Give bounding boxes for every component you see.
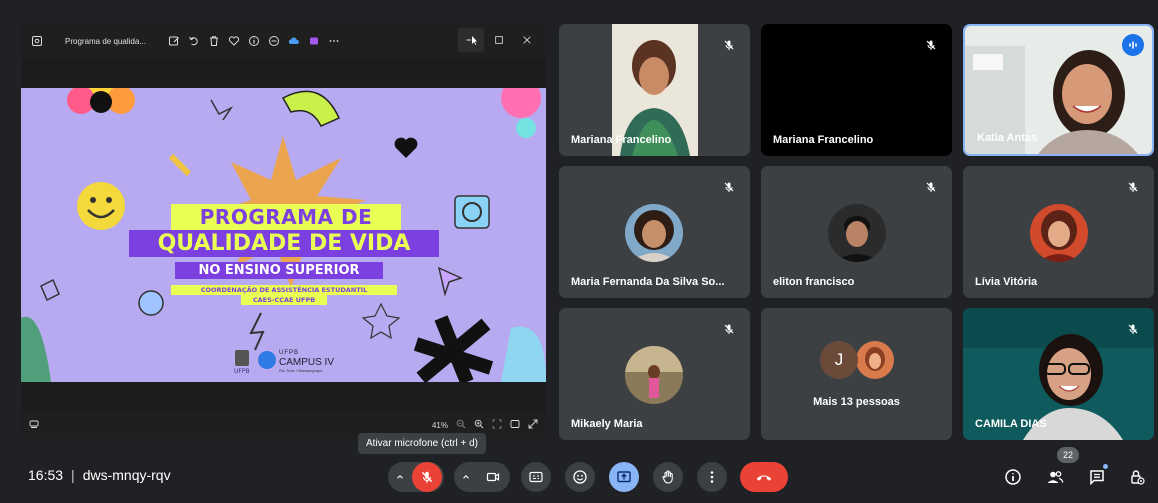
zoom-level: 41% — [431, 420, 448, 430]
zoom-out-icon[interactable] — [456, 419, 466, 431]
mic-off-icon — [718, 318, 740, 340]
actual-size-icon[interactable] — [510, 419, 520, 431]
slide-title-line3: NO ENSINO SUPERIOR — [175, 262, 383, 279]
participant-tile-speaking[interactable]: Katia Antas — [963, 24, 1154, 156]
reactions-button[interactable] — [565, 462, 595, 492]
mic-off-icon — [718, 176, 740, 198]
slide-subtitle-line1: COORDENAÇÃO DE ASSISTÊNCIA ESTUDANTIL — [171, 285, 397, 295]
slide-subtitle-line2: CAES-CCAE UFPB — [241, 295, 327, 305]
avatar — [1030, 204, 1088, 262]
rotate-icon[interactable] — [186, 33, 202, 49]
fullscreen-icon[interactable] — [528, 419, 538, 431]
avatar-letter: J — [820, 341, 858, 379]
more-icon[interactable] — [326, 33, 342, 49]
clipchamp-icon[interactable] — [306, 33, 322, 49]
participant-tile[interactable]: Mikaely Maria — [559, 308, 750, 440]
participant-name: CAMILA DIAS — [975, 418, 1047, 430]
meeting-code: dws-mnqy-rqv — [82, 467, 171, 483]
present-screen-button[interactable] — [609, 462, 639, 492]
delete-icon[interactable] — [206, 33, 222, 49]
more-participants-label: Mais 13 pessoas — [813, 396, 900, 408]
people-button[interactable] — [1040, 462, 1070, 492]
mic-off-icon — [1122, 176, 1144, 198]
slide-title-line2: QUALIDADE DE VIDA — [129, 230, 439, 257]
participant-tile[interactable]: eliton francisco — [761, 166, 952, 298]
mic-off-icon — [1122, 318, 1144, 340]
camera-toggle-button[interactable] — [478, 462, 508, 492]
participant-tile[interactable]: Mariana Francelino — [559, 24, 750, 156]
captions-button[interactable] — [521, 462, 551, 492]
participant-tile[interactable]: Mariana Francelino — [761, 24, 952, 156]
campus-logo-top: UFPB — [279, 350, 300, 356]
crop-icon[interactable] — [266, 33, 282, 49]
zoom-in-icon[interactable] — [474, 419, 484, 431]
viewer-toolbar: Programa de qualida... — [21, 24, 546, 58]
mic-options-chevron-icon[interactable] — [388, 462, 412, 492]
viewer-title: Programa de qualida... — [65, 36, 146, 46]
meeting-details-button[interactable] — [998, 462, 1028, 492]
camera-control — [454, 462, 510, 492]
participant-name: Mariana Francelino — [773, 134, 874, 146]
heart-icon[interactable] — [226, 33, 242, 49]
fit-window-icon[interactable] — [492, 419, 502, 431]
participant-name: Lívia Vitória — [975, 276, 1038, 288]
chat-button[interactable] — [1082, 462, 1112, 492]
filmstrip-icon[interactable] — [29, 419, 39, 431]
info-icon[interactable] — [246, 33, 262, 49]
presentation-slide: PROGRAMA DE QUALIDADE DE VIDA NO ENSINO … — [21, 88, 546, 382]
cloud-icon[interactable] — [286, 33, 302, 49]
campus-logo-sub: Rio Tinto / Mamanguape — [279, 368, 323, 373]
maximize-icon[interactable] — [486, 28, 512, 52]
participant-name: eliton francisco — [773, 276, 855, 288]
mic-off-icon — [920, 34, 942, 56]
slide-title-line1: PROGRAMA DE — [171, 204, 401, 230]
campus-logo-name: CAMPUS IV — [279, 357, 335, 368]
participant-name: Mikaely Maria — [571, 418, 643, 430]
presentation-pane: Programa de qualida... PROGRAMA DE QUALI… — [21, 24, 546, 438]
avatar — [625, 204, 683, 262]
participant-name: Maria Fernanda Da Silva So... — [571, 276, 725, 288]
mic-off-icon — [718, 34, 740, 56]
participant-tile[interactable]: Maria Fernanda Da Silva So... — [559, 166, 750, 298]
separator: | — [71, 467, 75, 483]
meeting-info: 16:53 | dws-mnqy-rqv — [28, 467, 171, 483]
avatar — [856, 341, 894, 379]
participant-name: Katia Antas — [977, 132, 1038, 144]
bottom-control-bar: 16:53 | dws-mnqy-rqv — [0, 450, 1158, 503]
edit-icon[interactable] — [166, 33, 182, 49]
leave-call-button[interactable] — [740, 462, 788, 492]
meeting-time: 16:53 — [28, 467, 64, 483]
participant-tile[interactable]: CAMILA DIAS — [963, 308, 1154, 440]
people-count-badge: 22 — [1057, 447, 1079, 463]
mic-off-icon — [920, 176, 942, 198]
host-controls-button[interactable] — [1122, 462, 1152, 492]
gallery-icon[interactable] — [29, 33, 45, 49]
more-participants-tile[interactable]: J Mais 13 pessoas — [761, 308, 952, 440]
campus-logo: UFPB CAMPUS IV Rio Tinto / Mamanguape — [257, 350, 337, 376]
mic-toggle-button[interactable] — [412, 462, 442, 492]
close-icon[interactable] — [514, 28, 540, 52]
raise-hand-button[interactable] — [653, 462, 683, 492]
more-options-button[interactable] — [697, 462, 727, 492]
avatar — [625, 346, 683, 404]
chat-unread-dot — [1103, 464, 1108, 469]
ufpb-logo-text: UFPB — [234, 368, 250, 375]
speaking-indicator-icon — [1122, 34, 1144, 56]
camera-options-chevron-icon[interactable] — [454, 462, 478, 492]
mic-control — [388, 462, 444, 492]
participant-tile[interactable]: Lívia Vitória — [963, 166, 1154, 298]
minimize-icon[interactable] — [458, 28, 484, 52]
meet-window: Programa de qualida... PROGRAMA DE QUALI… — [0, 0, 1158, 503]
avatar — [828, 204, 886, 262]
participant-name: Mariana Francelino — [571, 134, 672, 146]
